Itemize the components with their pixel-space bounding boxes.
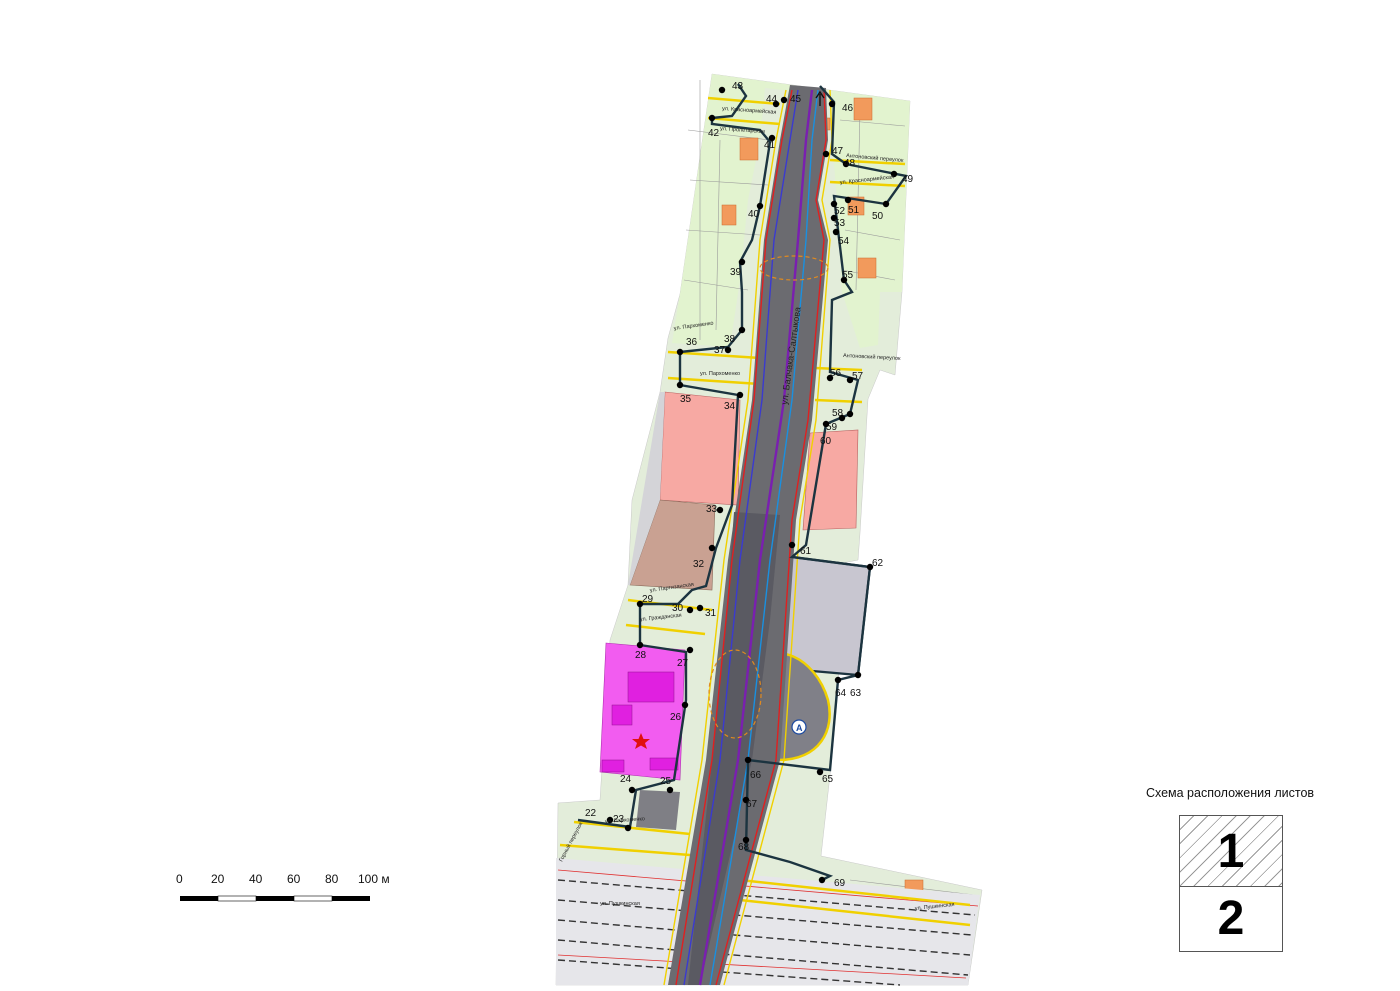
survey-point-marker xyxy=(628,786,636,794)
survey-point-marker xyxy=(666,786,674,794)
survey-point-label: 39 xyxy=(730,267,742,278)
survey-point-marker xyxy=(718,86,726,94)
survey-point-marker xyxy=(854,671,862,679)
scale-bar: 0 20 40 60 80 100 м xyxy=(176,872,390,902)
survey-point-label: 28 xyxy=(635,650,647,661)
scale-tick-0: 0 xyxy=(176,872,183,886)
survey-point-marker xyxy=(708,544,716,552)
street-label-7: ул. Пархоменко xyxy=(700,371,740,377)
survey-point-marker xyxy=(724,346,732,354)
survey-point-marker xyxy=(716,506,724,514)
scale-tick-60: 60 xyxy=(287,872,301,886)
scale-segment-3 xyxy=(256,896,294,901)
survey-point-label: 64 xyxy=(835,688,847,699)
survey-point-label: 63 xyxy=(850,688,862,699)
survey-point-marker xyxy=(828,100,836,108)
survey-point-label: 26 xyxy=(670,712,682,723)
survey-point-label: 44 xyxy=(766,94,778,105)
scale-segment-4 xyxy=(293,895,333,902)
survey-point-label: 22 xyxy=(585,808,597,819)
survey-point-label: 29 xyxy=(642,594,654,605)
survey-point-label: 69 xyxy=(834,878,846,889)
survey-point-label: 53 xyxy=(834,218,846,229)
survey-point-label: 25 xyxy=(660,776,672,787)
survey-point-label: 45 xyxy=(790,94,802,105)
dark-plot-south xyxy=(636,790,680,830)
survey-point-label: 65 xyxy=(822,774,834,785)
survey-point-label: 57 xyxy=(852,371,864,382)
survey-point-marker xyxy=(686,606,694,614)
sheet-2-number: 2 xyxy=(1217,892,1245,945)
survey-point-marker xyxy=(624,824,632,832)
survey-point-label: 46 xyxy=(842,103,854,114)
survey-point-marker xyxy=(636,641,644,649)
survey-point-marker xyxy=(738,326,746,334)
scale-tick-20: 20 xyxy=(211,872,225,886)
survey-point-marker xyxy=(822,420,830,428)
survey-point-label: 27 xyxy=(677,658,689,669)
survey-point-marker xyxy=(846,410,854,418)
survey-point-marker xyxy=(834,676,842,684)
survey-point-label: 34 xyxy=(724,401,736,412)
sheet-1-number: 1 xyxy=(1217,825,1245,878)
survey-point-label: 55 xyxy=(842,270,854,281)
survey-point-label: 35 xyxy=(680,394,692,405)
scale-tick-80: 80 xyxy=(325,872,339,886)
street-label-12: ул. Пушкинская xyxy=(600,901,640,907)
survey-point-label: 51 xyxy=(848,205,860,216)
scale-tick-100: 100 м xyxy=(358,872,390,886)
survey-point-marker xyxy=(676,381,684,389)
survey-point-marker xyxy=(738,258,746,266)
survey-point-label: 36 xyxy=(686,337,698,348)
survey-point-label: 56 xyxy=(830,368,842,379)
survey-point-marker xyxy=(838,414,846,422)
bus-stop-letter: A xyxy=(796,723,803,733)
sheet-1-cell[interactable]: 1 xyxy=(1179,815,1283,887)
survey-point-marker xyxy=(708,114,716,122)
scale-segment-5 xyxy=(332,896,370,901)
survey-point-marker xyxy=(676,348,684,356)
survey-point-label: 31 xyxy=(705,608,717,619)
survey-point-marker xyxy=(832,228,840,236)
survey-point-marker xyxy=(686,646,694,654)
survey-point-marker xyxy=(744,756,752,764)
survey-point-label: 62 xyxy=(872,558,884,569)
survey-point-label: 32 xyxy=(693,559,705,570)
survey-point-marker xyxy=(882,200,890,208)
survey-point-marker xyxy=(696,604,704,612)
survey-point-marker xyxy=(818,876,826,884)
survey-point-label: 67 xyxy=(746,799,758,810)
survey-point-label: 41 xyxy=(764,140,776,151)
survey-point-marker xyxy=(788,541,796,549)
sheet-2-cell[interactable]: 2 xyxy=(1179,886,1283,952)
survey-point-marker xyxy=(844,196,852,204)
survey-point-label: 43 xyxy=(732,81,744,92)
scale-segment-1 xyxy=(180,896,218,901)
survey-point-label: 61 xyxy=(800,546,812,557)
survey-point-label: 50 xyxy=(872,211,884,222)
survey-point-label: 47 xyxy=(832,146,844,157)
survey-point-label: 60 xyxy=(820,436,832,447)
survey-point-label: 40 xyxy=(748,209,760,220)
survey-point-label: 38 xyxy=(724,334,736,345)
scale-tick-40: 40 xyxy=(249,872,263,886)
survey-point-label: 54 xyxy=(838,236,850,247)
sheet-scheme-title: Схема расположения листов xyxy=(1145,786,1315,800)
survey-point-label: 66 xyxy=(750,770,762,781)
survey-point-label: 37 xyxy=(714,345,726,356)
survey-point-label: 68 xyxy=(738,842,750,853)
survey-point-marker xyxy=(780,96,788,104)
survey-point-marker xyxy=(681,701,689,709)
survey-point-label: 49 xyxy=(902,174,914,185)
survey-point-label: 33 xyxy=(706,504,718,515)
sheet-layout-scheme: Схема расположения листов 1 2 xyxy=(1130,786,1330,956)
survey-point-label: 24 xyxy=(620,774,632,785)
survey-point-label: 42 xyxy=(708,128,720,139)
survey-point-marker xyxy=(736,391,744,399)
survey-point-marker xyxy=(822,150,830,158)
scale-segment-2 xyxy=(217,895,257,902)
